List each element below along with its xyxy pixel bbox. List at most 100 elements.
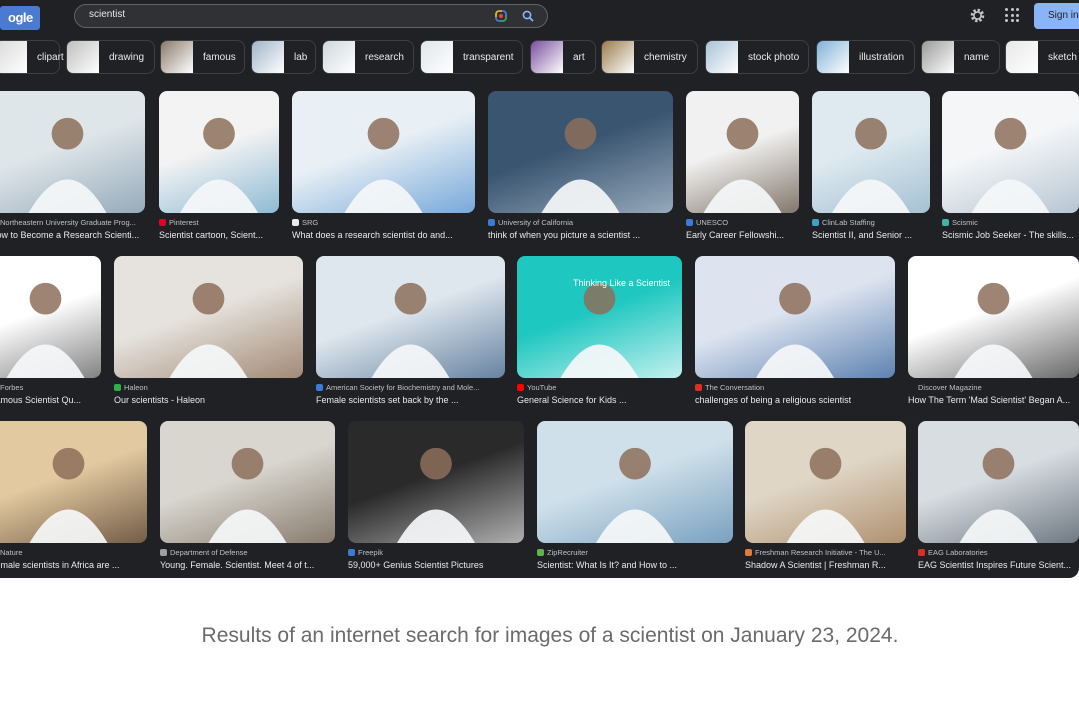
result-thumbnail[interactable] [292,91,475,213]
result-thumbnail[interactable] [908,256,1079,378]
result-title[interactable]: General Science for Kids ... [517,395,627,405]
result-title[interactable]: challenges of being a religious scientis… [695,395,851,405]
result-source[interactable]: Northeastern University Graduate Prog... [0,218,136,227]
image-result[interactable]: Freshman Research Initiative - The U... S… [745,421,906,577]
filter-chip[interactable]: lab [251,40,316,74]
result-title[interactable]: Early Career Fellowshi... [686,230,784,240]
favicon-icon [114,384,121,391]
result-source[interactable]: American Society for Biochemistry and Mo… [316,383,479,392]
result-thumbnail[interactable] [686,91,799,213]
filter-chip[interactable]: illustration [816,40,915,74]
image-result[interactable]: Scismic Scismic Job Seeker - The skills..… [942,91,1079,247]
result-source[interactable]: SRG [292,218,318,227]
filter-chip[interactable]: art [530,40,596,74]
result-title[interactable]: What does a research scientist do and... [292,230,453,240]
result-title[interactable]: think of when you picture a scientist ..… [488,230,640,240]
result-thumbnail[interactable] [745,421,906,543]
result-source[interactable]: YouTube [517,383,556,392]
result-title[interactable]: Famous Scientist Qu... [0,395,81,405]
filter-chip[interactable]: sketch [1005,40,1079,74]
result-title[interactable]: How The Term 'Mad Scientist' Began A... [908,395,1070,405]
result-source[interactable]: Forbes [0,383,23,392]
image-result[interactable]: SRG What does a research scientist do and… [292,91,475,247]
image-result[interactable]: Thinking Like a Scientist YouTube General … [517,256,682,412]
result-source[interactable]: Freepik [348,548,383,557]
result-thumbnail[interactable] [114,256,303,378]
result-thumbnail[interactable] [160,421,335,543]
sign-in-button[interactable]: Sign in [1034,3,1079,29]
result-thumbnail[interactable] [488,91,673,213]
result-title[interactable]: Scientist II, and Senior ... [812,230,912,240]
filter-chip[interactable]: drawing [66,40,155,74]
image-result[interactable]: Northeastern University Graduate Prog...… [0,91,145,247]
result-title[interactable]: Our scientists - Haleon [114,395,205,405]
filter-chip[interactable]: chemistry [601,40,698,74]
image-result[interactable]: Discover Magazine How The Term 'Mad Scien… [908,256,1079,412]
result-thumbnail[interactable] [0,91,145,213]
result-title[interactable]: Female scientists set back by the ... [316,395,459,405]
scientist-figure [344,117,423,213]
result-source[interactable]: ZipRecruiter [537,548,588,557]
image-result[interactable]: EAG Laboratories EAG Scientist Inspires F… [918,421,1079,577]
image-result[interactable]: American Society for Biochemistry and Mo… [316,256,505,412]
result-source[interactable]: Haleon [114,383,148,392]
result-title[interactable]: EAG Scientist Inspires Future Scient... [918,560,1071,570]
result-source[interactable]: EAG Laboratories [918,548,988,557]
result-title[interactable]: 59,000+ Genius Scientist Pictures [348,560,483,570]
result-title[interactable]: Female scientists in Africa are ... [0,560,120,570]
search-input[interactable]: scientist [89,9,125,20]
result-thumbnail[interactable] [537,421,733,543]
result-thumbnail[interactable] [942,91,1079,213]
filter-chip[interactable]: name [921,40,1000,74]
image-result[interactable]: The Conversation challenges of being a re… [695,256,895,412]
gear-icon[interactable] [969,7,986,24]
image-result[interactable]: Nature Female scientists in Africa are ..… [0,421,147,577]
result-thumbnail[interactable] [812,91,930,213]
favicon-icon [517,384,524,391]
filter-chip[interactable]: famous [160,40,245,74]
result-thumbnail[interactable] [316,256,505,378]
filter-chip[interactable]: stock photo [705,40,809,74]
image-result[interactable]: UNESCO Early Career Fellowshi... [686,91,799,247]
result-thumbnail[interactable]: Thinking Like a Scientist [517,256,682,378]
result-source[interactable]: ClinLab Staffing [812,218,875,227]
result-source[interactable]: Nature [0,548,23,557]
image-result[interactable]: University of California think of when yo… [488,91,673,247]
result-title[interactable]: Scientist: What Is It? and How to ... [537,560,677,570]
result-source[interactable]: Department of Defense [160,548,248,557]
filter-chip[interactable]: transparent [420,40,523,74]
image-result[interactable]: Freepik 59,000+ Genius Scientist Pictures [348,421,524,577]
result-title[interactable]: Scismic Job Seeker - The skills... [942,230,1074,240]
result-title[interactable]: Young. Female. Scientist. Meet 4 of t... [160,560,314,570]
result-thumbnail[interactable] [0,421,147,543]
result-source[interactable]: University of California [488,218,573,227]
image-result[interactable]: Haleon Our scientists - Haleon [114,256,303,412]
result-title[interactable]: How to Become a Research Scienti... [0,230,139,240]
google-lens-icon[interactable] [494,9,508,23]
result-source[interactable]: Freshman Research Initiative - The U... [745,548,886,557]
image-result[interactable]: Forbes Famous Scientist Qu... [0,256,101,412]
result-title[interactable]: Scientist cartoon, Scient... [159,230,263,240]
result-source[interactable]: Scismic [942,218,978,227]
apps-grid-icon[interactable] [1005,8,1019,22]
google-logo[interactable]: ogle [0,6,40,30]
result-thumbnail[interactable] [159,91,279,213]
result-thumbnail[interactable] [695,256,895,378]
result-thumbnail[interactable] [0,256,101,378]
result-source[interactable]: UNESCO [686,218,728,227]
result-source[interactable]: Discover Magazine [908,383,982,392]
result-source[interactable]: The Conversation [695,383,764,392]
result-thumbnail[interactable] [348,421,524,543]
result-title[interactable]: Shadow A Scientist | Freshman R... [745,560,886,570]
filter-chip[interactable]: clipart [0,40,64,74]
image-result[interactable]: Department of Defense Young. Female. Scie… [160,421,335,577]
image-result[interactable]: ClinLab Staffing Scientist II, and Senior… [812,91,930,247]
result-source[interactable]: Pinterest [159,218,199,227]
result-thumbnail[interactable] [918,421,1079,543]
image-result[interactable]: Pinterest Scientist cartoon, Scient... [159,91,279,247]
search-box[interactable]: scientist [74,4,548,28]
search-icon[interactable] [521,9,535,23]
filter-chip[interactable]: research [322,40,414,74]
favicon-icon [745,549,752,556]
image-result[interactable]: ZipRecruiter Scientist: What Is It? and H… [537,421,733,577]
